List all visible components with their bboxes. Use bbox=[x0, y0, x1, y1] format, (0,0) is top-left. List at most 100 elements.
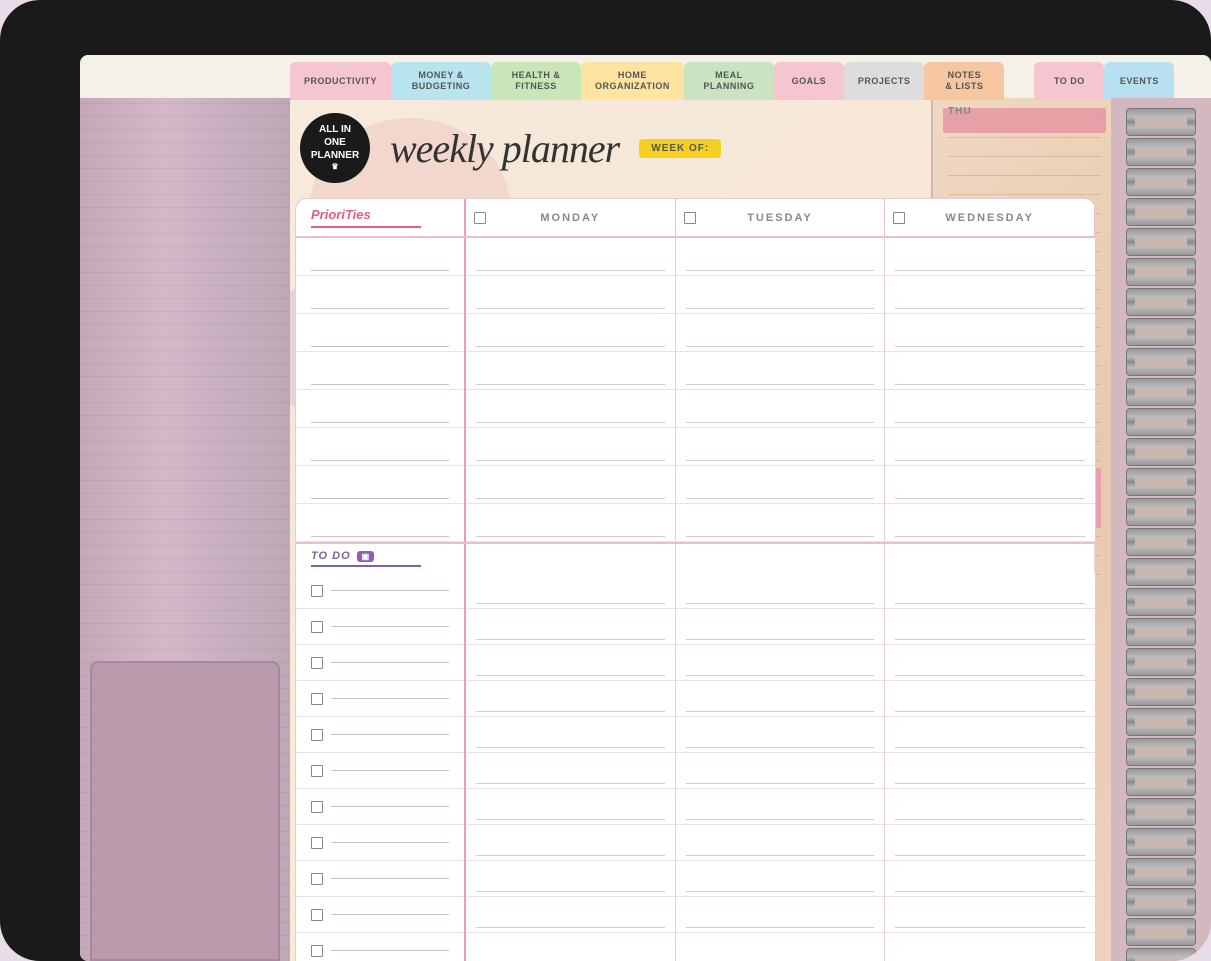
tuesday-priority-row[interactable] bbox=[676, 504, 885, 542]
monday-todo-row[interactable] bbox=[466, 753, 675, 789]
tuesday-priority-row[interactable] bbox=[676, 466, 885, 504]
tab-home[interactable]: HOMEORGANIZATION bbox=[581, 62, 684, 100]
todo-checkbox[interactable] bbox=[311, 729, 323, 741]
monday-todo-row[interactable] bbox=[466, 573, 675, 609]
day-line bbox=[476, 536, 665, 537]
monday-priority-row[interactable] bbox=[466, 238, 675, 276]
tuesday-todo-row[interactable] bbox=[676, 789, 885, 825]
todo-checkbox[interactable] bbox=[311, 765, 323, 777]
priority-row[interactable] bbox=[296, 352, 464, 390]
monday-todo-row[interactable] bbox=[466, 825, 675, 861]
priority-row[interactable] bbox=[296, 276, 464, 314]
wednesday-todo-row[interactable] bbox=[885, 897, 1095, 933]
monday-todo-row[interactable] bbox=[466, 897, 675, 933]
wednesday-priority-row[interactable] bbox=[885, 428, 1095, 466]
tuesday-todo-row[interactable] bbox=[676, 573, 885, 609]
tab-meal[interactable]: MEALPLANNING bbox=[684, 62, 774, 100]
tuesday-priority-row[interactable] bbox=[676, 390, 885, 428]
wednesday-todo-row[interactable] bbox=[885, 825, 1095, 861]
wednesday-priority-row[interactable] bbox=[885, 238, 1095, 276]
wednesday-priority-row[interactable] bbox=[885, 466, 1095, 504]
monday-todo-row[interactable] bbox=[466, 645, 675, 681]
todo-item[interactable] bbox=[296, 717, 464, 753]
todo-checkbox[interactable] bbox=[311, 945, 323, 957]
tab-events[interactable]: EVENTS bbox=[1104, 62, 1174, 100]
monday-todo-row[interactable] bbox=[466, 717, 675, 753]
todo-item[interactable] bbox=[296, 753, 464, 789]
wednesday-todo-row[interactable] bbox=[885, 609, 1095, 645]
wednesday-todo-row[interactable] bbox=[885, 753, 1095, 789]
wednesday-priority-row[interactable] bbox=[885, 390, 1095, 428]
wednesday-todo-row[interactable] bbox=[885, 645, 1095, 681]
tuesday-todo-row[interactable] bbox=[676, 861, 885, 897]
day-line bbox=[895, 536, 1085, 537]
todo-checkbox[interactable] bbox=[311, 909, 323, 921]
tuesday-priority-row[interactable] bbox=[676, 238, 885, 276]
wednesday-priority-row[interactable] bbox=[885, 314, 1095, 352]
todo-item[interactable] bbox=[296, 609, 464, 645]
monday-priority-row[interactable] bbox=[466, 504, 675, 542]
tab-projects[interactable]: PROJECTS bbox=[844, 62, 925, 100]
todo-item[interactable] bbox=[296, 825, 464, 861]
tuesday-priority-row[interactable] bbox=[676, 276, 885, 314]
priority-row[interactable] bbox=[296, 390, 464, 428]
todo-item[interactable] bbox=[296, 897, 464, 933]
tab-money[interactable]: MONEY &BUDGETING bbox=[391, 62, 491, 100]
todo-checkbox[interactable] bbox=[311, 585, 323, 597]
tab-goals[interactable]: GOALS bbox=[774, 62, 844, 100]
todo-item[interactable] bbox=[296, 681, 464, 717]
todo-item[interactable] bbox=[296, 861, 464, 897]
priority-row[interactable] bbox=[296, 466, 464, 504]
monday-priority-row[interactable] bbox=[466, 352, 675, 390]
wednesday-todo-row[interactable] bbox=[885, 573, 1095, 609]
tuesday-todo-row[interactable] bbox=[676, 897, 885, 933]
tab-todo[interactable]: TO DO bbox=[1034, 62, 1104, 100]
todo-checkbox[interactable] bbox=[311, 693, 323, 705]
tuesday-todo-row[interactable] bbox=[676, 825, 885, 861]
todo-item[interactable] bbox=[296, 573, 464, 609]
monday-priority-row[interactable] bbox=[466, 390, 675, 428]
todo-checkbox[interactable] bbox=[311, 621, 323, 633]
priority-row[interactable] bbox=[296, 314, 464, 352]
tuesday-todo-row[interactable] bbox=[676, 933, 885, 961]
priority-row[interactable] bbox=[296, 504, 464, 542]
todo-checkbox[interactable] bbox=[311, 801, 323, 813]
monday-todo-row[interactable] bbox=[466, 609, 675, 645]
wednesday-priority-row[interactable] bbox=[885, 504, 1095, 542]
tab-health[interactable]: HEALTH &FITNESS bbox=[491, 62, 581, 100]
monday-priority-row[interactable] bbox=[466, 428, 675, 466]
todo-checkbox[interactable] bbox=[311, 837, 323, 849]
tuesday-todo-row[interactable] bbox=[676, 681, 885, 717]
tab-productivity[interactable]: PRODUCTIVITY bbox=[290, 62, 391, 100]
tuesday-todo-row[interactable] bbox=[676, 753, 885, 789]
monday-priority-row[interactable] bbox=[466, 314, 675, 352]
monday-todo-row[interactable] bbox=[466, 861, 675, 897]
monday-priority-row[interactable] bbox=[466, 276, 675, 314]
todo-checkbox[interactable] bbox=[311, 657, 323, 669]
todo-item[interactable] bbox=[296, 789, 464, 825]
wednesday-priority-row[interactable] bbox=[885, 352, 1095, 390]
monday-todo-row[interactable] bbox=[466, 933, 675, 961]
todo-checkbox[interactable] bbox=[311, 873, 323, 885]
todo-item[interactable] bbox=[296, 933, 464, 961]
tuesday-todo-row[interactable] bbox=[676, 645, 885, 681]
tab-notes[interactable]: NOTES& LISTS bbox=[924, 62, 1004, 100]
monday-todo-row[interactable] bbox=[466, 789, 675, 825]
tab-projects-label: PROJECTS bbox=[858, 76, 911, 87]
wednesday-todo-row[interactable] bbox=[885, 681, 1095, 717]
wednesday-todo-row[interactable] bbox=[885, 717, 1095, 753]
tuesday-priority-row[interactable] bbox=[676, 352, 885, 390]
wednesday-priority-row[interactable] bbox=[885, 276, 1095, 314]
wednesday-todo-row[interactable] bbox=[885, 861, 1095, 897]
wednesday-todo-row[interactable] bbox=[885, 789, 1095, 825]
priority-row[interactable] bbox=[296, 238, 464, 276]
tuesday-todo-row[interactable] bbox=[676, 609, 885, 645]
monday-todo-row[interactable] bbox=[466, 681, 675, 717]
priority-row[interactable] bbox=[296, 428, 464, 466]
tuesday-priority-row[interactable] bbox=[676, 314, 885, 352]
wednesday-todo-row[interactable] bbox=[885, 933, 1095, 961]
todo-item[interactable] bbox=[296, 645, 464, 681]
tuesday-todo-row[interactable] bbox=[676, 717, 885, 753]
tuesday-priority-row[interactable] bbox=[676, 428, 885, 466]
monday-priority-row[interactable] bbox=[466, 466, 675, 504]
